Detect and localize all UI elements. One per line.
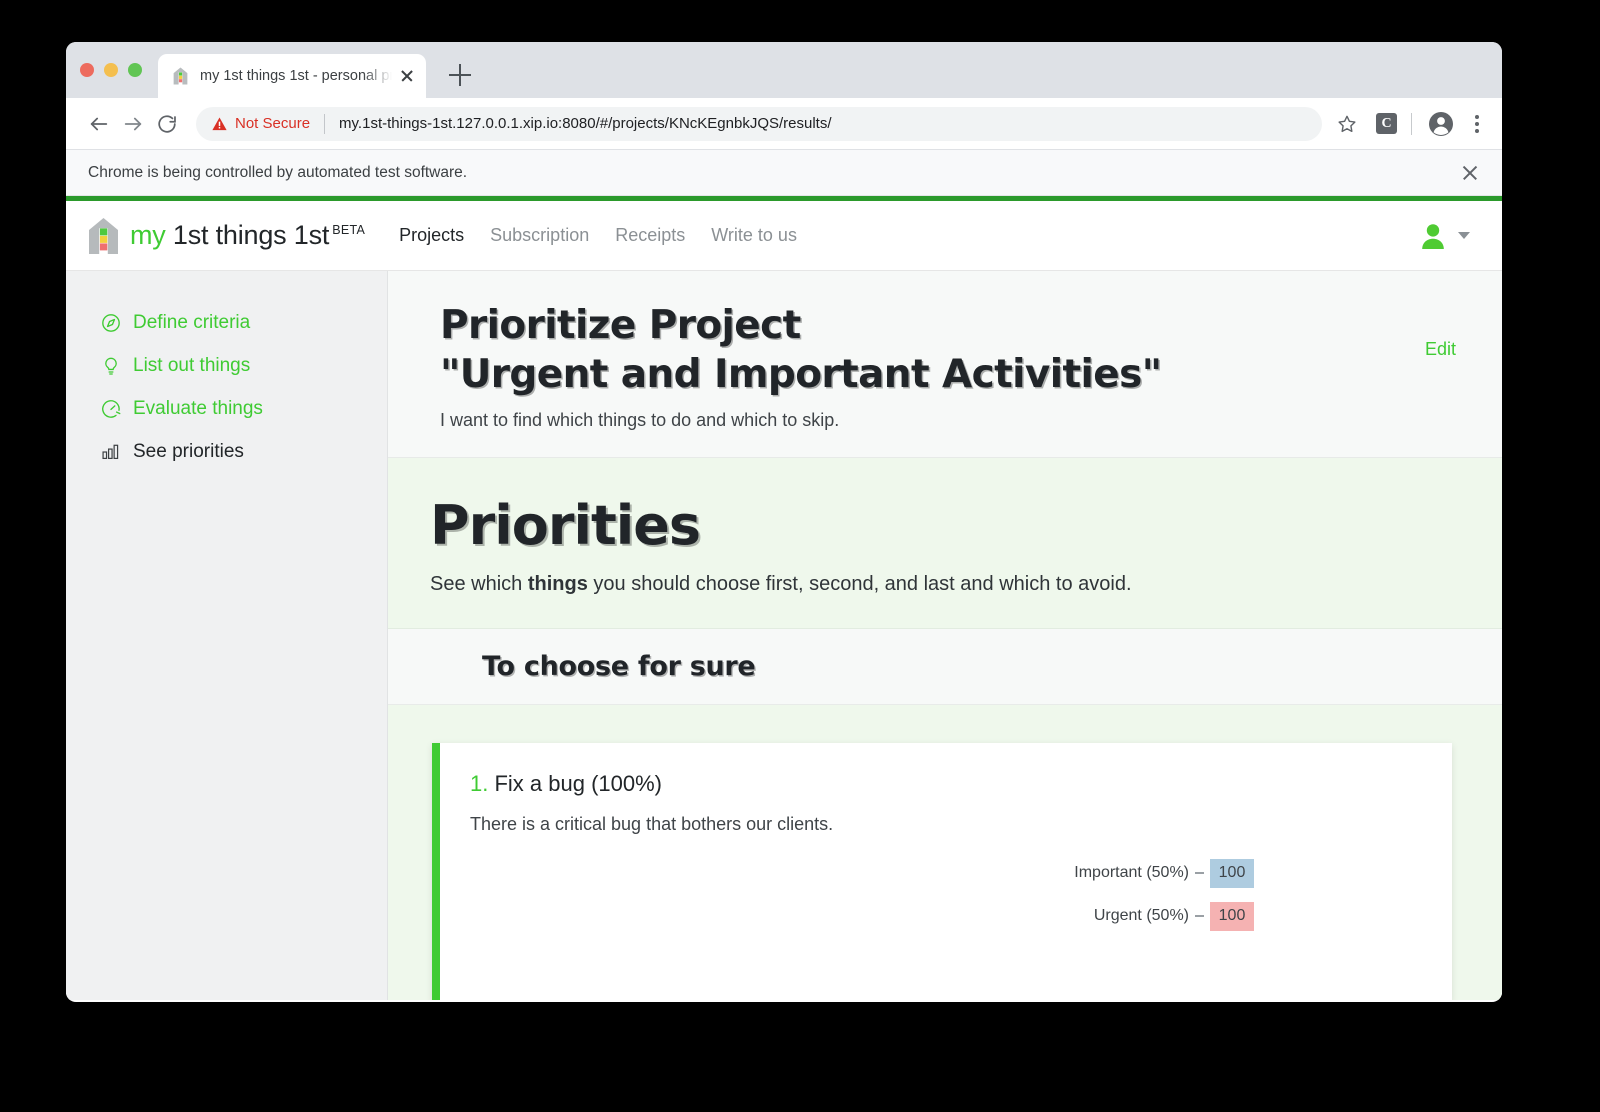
criterion-connector	[1195, 915, 1204, 917]
project-subtitle: I want to find which things to do and wh…	[440, 410, 840, 431]
bar-chart-icon	[100, 441, 121, 462]
priority-group-header: To choose for sure	[388, 628, 1502, 705]
star-icon[interactable]	[1332, 109, 1362, 139]
sidebar-item-label: Evaluate things	[133, 397, 263, 419]
sidebar-item-label: See priorities	[133, 440, 244, 462]
result-description: There is a critical bug that bothers our…	[470, 813, 834, 834]
sidebar: Define criteria List out things Evaluate…	[66, 271, 388, 1000]
close-window-button[interactable]	[80, 63, 94, 77]
app-body: Define criteria List out things Evaluate…	[66, 271, 1502, 1000]
extension-icon[interactable]: C	[1376, 113, 1397, 134]
minimize-window-button[interactable]	[104, 63, 118, 77]
criterion-row-urgent: Urgent (50%) 100	[1093, 901, 1254, 931]
reload-icon[interactable]	[150, 107, 184, 141]
results-list: 1. Fix a bug (100%) There is a critical …	[388, 704, 1502, 1000]
priorities-subtitle: See which things you should choose first…	[430, 573, 1450, 596]
forward-arrow-icon[interactable]	[116, 107, 150, 141]
nav-link-write-to-us[interactable]: Write to us	[711, 225, 797, 246]
new-tab-button[interactable]	[446, 61, 474, 89]
nav-link-subscription[interactable]: Subscription	[490, 225, 589, 246]
criterion-bar: 100	[1210, 858, 1254, 888]
three-dot-menu-icon[interactable]	[1466, 114, 1488, 133]
user-menu-button[interactable]	[1419, 222, 1470, 250]
toolbar-divider	[1411, 112, 1412, 135]
user-avatar-icon	[1419, 222, 1447, 250]
address-bar[interactable]: Not Secure my.1st-things-1st.127.0.0.1.x…	[196, 106, 1322, 141]
sidebar-item-evaluate-things[interactable]: Evaluate things	[66, 387, 387, 430]
brand-logo-link[interactable]: my 1st things 1st BETA	[88, 217, 365, 255]
url-text[interactable]: my.1st-things-1st.127.0.0.1.xip.io:8080/…	[339, 115, 1310, 132]
back-arrow-icon[interactable]	[82, 107, 116, 141]
project-header-main: Prioritize Project "Urgent and Important…	[440, 301, 1401, 431]
priorities-subtitle-pre: See which	[430, 572, 528, 595]
page-title: Priorities	[430, 494, 701, 558]
close-icon[interactable]	[1460, 163, 1480, 183]
house-logo-icon	[88, 217, 119, 255]
window-controls	[80, 63, 142, 77]
browser-tab[interactable]: my 1st things 1st - personal prior	[158, 54, 426, 98]
priorities-subtitle-post: you should choose first, second, and las…	[587, 572, 1132, 595]
result-name: Fix a bug (100%)	[494, 770, 663, 796]
priorities-hero: Priorities See which things you should c…	[388, 458, 1502, 629]
omnibox-divider	[324, 113, 326, 134]
main-nav: Projects Subscription Receipts Write to …	[399, 225, 1419, 246]
project-title-line1: Prioritize Project	[440, 303, 801, 348]
sidebar-item-see-priorities[interactable]: See priorities	[66, 430, 387, 473]
criterion-label: Important (50%)	[1074, 864, 1189, 882]
edit-link[interactable]: Edit	[1425, 339, 1456, 360]
brand-name: 1st things 1st	[172, 220, 330, 250]
criterion-bar: 100	[1210, 901, 1254, 931]
maximize-window-button[interactable]	[128, 63, 142, 77]
not-secure-label: Not Secure	[235, 115, 311, 132]
criterion-label: Urgent (50%)	[1093, 907, 1189, 925]
automation-notice-bar: Chrome is being controlled by automated …	[66, 150, 1502, 196]
sidebar-item-list-out-things[interactable]: List out things	[66, 344, 387, 387]
gauge-icon	[100, 398, 121, 419]
result-rank: 1.	[470, 770, 489, 796]
close-icon[interactable]	[398, 67, 416, 85]
list-item[interactable]: 1. Fix a bug (100%) There is a critical …	[432, 742, 1452, 1000]
sidebar-item-define-criteria[interactable]: Define criteria	[66, 301, 387, 344]
brand-text: my 1st things 1st BETA	[130, 220, 365, 251]
criterion-connector	[1195, 872, 1204, 874]
tab-title: my 1st things 1st - personal prior	[200, 68, 394, 84]
nav-link-receipts[interactable]: Receipts	[615, 225, 685, 246]
criteria-chart: Important (50%) 100 Urgent (50%) 100	[470, 858, 1422, 931]
criterion-row-important: Important (50%) 100	[1074, 858, 1254, 888]
brand-prefix: my	[130, 220, 166, 250]
automation-notice-text: Chrome is being controlled by automated …	[88, 163, 468, 181]
nav-link-projects[interactable]: Projects	[399, 225, 464, 246]
result-title: 1. Fix a bug (100%)	[470, 771, 1422, 797]
browser-window: my 1st things 1st - personal prior Not S…	[66, 42, 1502, 1002]
not-secure-warning-icon	[212, 117, 227, 131]
project-title-line2: "Urgent and Important Activities"	[440, 352, 1162, 398]
sidebar-item-label: List out things	[133, 354, 251, 376]
priority-group-title: To choose for sure	[482, 650, 756, 682]
chevron-down-icon	[1458, 232, 1470, 239]
main-content: Prioritize Project "Urgent and Important…	[388, 271, 1502, 1000]
house-logo-favicon	[172, 67, 189, 85]
app-header: my 1st things 1st BETA Projects Subscript…	[66, 201, 1502, 271]
page-viewport: my 1st things 1st BETA Projects Subscript…	[66, 196, 1502, 1000]
compass-icon	[100, 312, 121, 333]
browser-toolbar: Not Secure my.1st-things-1st.127.0.0.1.x…	[66, 98, 1502, 150]
profile-avatar-icon[interactable]	[1428, 111, 1454, 137]
beta-badge: BETA	[332, 223, 366, 237]
sidebar-item-label: Define criteria	[133, 311, 251, 333]
project-header: Prioritize Project "Urgent and Important…	[388, 271, 1502, 459]
lightbulb-icon	[100, 355, 121, 376]
tab-strip: my 1st things 1st - personal prior	[66, 42, 1502, 98]
priorities-subtitle-bold: things	[527, 572, 588, 595]
